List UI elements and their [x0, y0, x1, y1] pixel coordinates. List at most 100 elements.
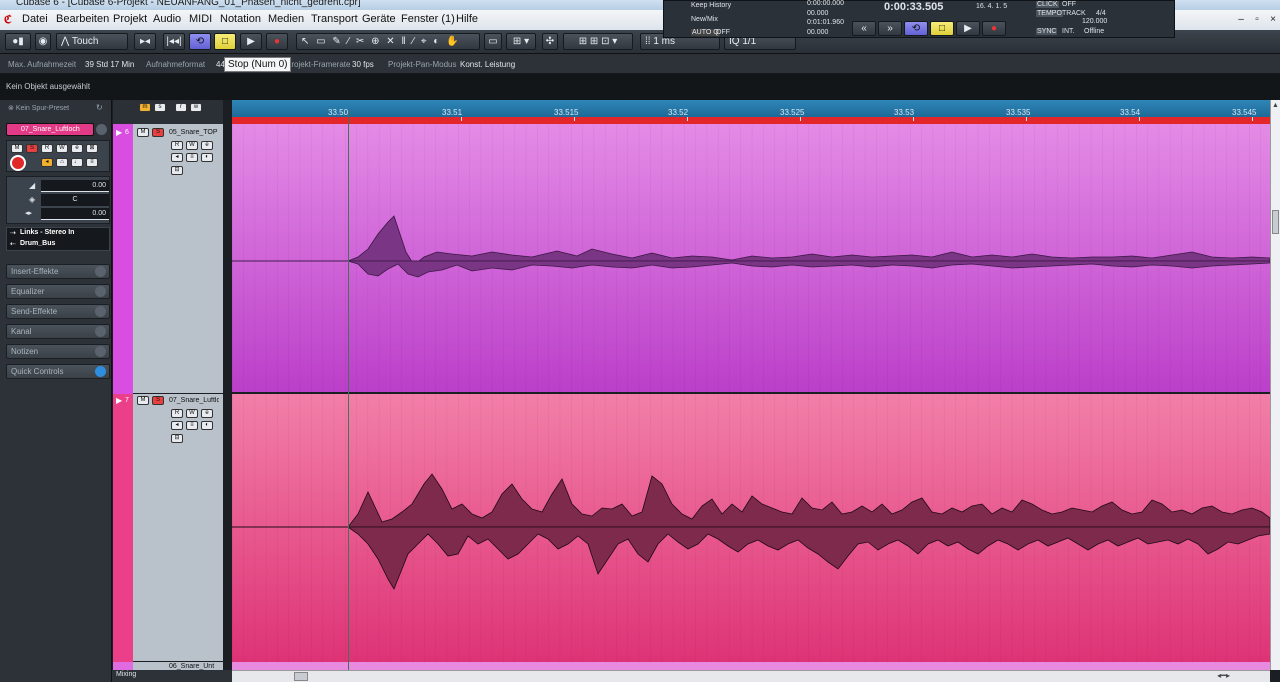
forward-button[interactable]: »: [878, 21, 902, 36]
restore-icon[interactable]: ▫: [1250, 14, 1264, 26]
track-header[interactable]: ▶ 6 M S 05_Snare_TOP R W e ◂ ≡ ◐ ⊟: [113, 124, 223, 394]
lanes-icon[interactable]: ≡: [86, 158, 98, 167]
read-button[interactable]: R: [41, 144, 53, 153]
global-solo-icon[interactable]: s: [154, 103, 166, 112]
record-enable-button[interactable]: [10, 155, 26, 171]
menu-projekt[interactable]: Projekt: [113, 13, 147, 25]
right-locator-time[interactable]: 0:01:01.960: [807, 19, 844, 26]
track-monitor-icon[interactable]: ◐: [201, 421, 213, 430]
menu-datei[interactable]: Datei: [22, 13, 48, 25]
menu-hilfe[interactable]: Hilfe: [456, 13, 478, 25]
edit-channel-icon[interactable]: [96, 124, 107, 135]
audio-event-snare-luftloch[interactable]: [232, 394, 1271, 662]
audio-event-snare-top[interactable]: [232, 124, 1271, 392]
output-routing[interactable]: Drum_Bus: [20, 240, 55, 247]
snap-to-zero-icon[interactable]: ✣: [542, 33, 558, 50]
menu-audio[interactable]: Audio: [153, 13, 181, 25]
menu-medien[interactable]: Medien: [268, 13, 304, 25]
snap-mode-select[interactable]: ⊞ ▾: [506, 33, 536, 50]
max-rec-value[interactable]: 39 Std 17 Min: [85, 60, 134, 69]
color-tool-icon[interactable]: ▭: [484, 33, 502, 50]
timeline-ruler[interactable]: 33.50 33.51 33.515 33.52 33.525 33.53 33…: [232, 100, 1270, 124]
pan-mode-value[interactable]: Konst. Leistung: [460, 60, 515, 69]
mixing-label[interactable]: Mixing: [116, 671, 136, 678]
tempo-label[interactable]: TEMPO: [1036, 10, 1063, 17]
horizontal-scrollbar[interactable]: ◂━▸: [232, 670, 1270, 682]
menu-notation[interactable]: Notation: [220, 13, 261, 25]
menu-fenster[interactable]: Fenster (1): [401, 13, 455, 25]
goto-prev-marker-button[interactable]: |◂◂|: [163, 33, 185, 50]
track-lanes-icon[interactable]: ≡: [186, 421, 198, 430]
automation-mode-select[interactable]: ⋀ Touch: [56, 33, 128, 50]
freeze-icon[interactable]: ⊠: [86, 144, 98, 153]
framerate-value[interactable]: 30 fps: [352, 60, 374, 69]
monitor-button[interactable]: ◂: [41, 158, 53, 167]
transport-record-button[interactable]: ●: [982, 21, 1006, 36]
project-cursor[interactable]: [348, 110, 349, 670]
section-channel[interactable]: Kanal: [6, 324, 110, 339]
track-header[interactable]: ▶ 7 M S 07_Snare_Luftloch R W e ◂ ≡ ◐ ⊟: [113, 394, 223, 662]
refresh-icon[interactable]: ↻: [96, 103, 103, 112]
section-quick-controls[interactable]: Quick Controls: [6, 364, 110, 379]
track-read-button[interactable]: R: [171, 141, 183, 150]
track-name[interactable]: 05_Snare_TOP: [169, 129, 219, 136]
global-mute-icon[interactable]: m: [139, 103, 151, 112]
transport-play-button[interactable]: ▶: [956, 21, 980, 36]
global-write-icon[interactable]: w: [190, 103, 202, 112]
menu-midi[interactable]: MIDI: [189, 13, 212, 25]
track-name[interactable]: 07_Snare_Luftloch: [169, 397, 219, 404]
section-insert-effects[interactable]: Insert-Effekte: [6, 264, 110, 279]
track-lanes-icon[interactable]: ≡: [186, 153, 198, 162]
keep-history-label[interactable]: Keep History: [691, 2, 731, 9]
sync-label[interactable]: SYNC: [1036, 28, 1058, 35]
track-solo-button[interactable]: S: [152, 128, 164, 137]
track-read-button[interactable]: R: [171, 409, 183, 418]
timebase-icon[interactable]: ♩: [71, 158, 83, 167]
active-project-icon[interactable]: ●▮: [5, 33, 31, 50]
track-pan-icon[interactable]: ◂: [171, 421, 183, 430]
close-icon[interactable]: ×: [1266, 14, 1280, 26]
write-button[interactable]: W: [56, 144, 68, 153]
track-edit-icon[interactable]: e: [201, 409, 213, 418]
inspector-track-name[interactable]: 07_Snare_Luftloch: [6, 123, 94, 136]
mute-button[interactable]: M: [11, 144, 23, 153]
delay-field[interactable]: 0.00: [41, 208, 109, 220]
left-locator-time[interactable]: 0:00:00.000: [807, 0, 844, 7]
transport-stop-button[interactable]: □: [930, 21, 954, 36]
click-label[interactable]: CLICK: [1036, 1, 1059, 8]
track-mute-button[interactable]: M: [137, 128, 149, 137]
grid-type-select[interactable]: ⊞ ⊞ ⊡ ▾: [563, 33, 633, 50]
vertical-scrollbar[interactable]: ▲: [1270, 100, 1280, 670]
bars-display[interactable]: 16. 4. 1. 5: [976, 3, 1007, 10]
track-automation-icon[interactable]: ⊟: [171, 434, 183, 443]
vertical-scroll-thumb[interactable]: [1272, 210, 1279, 234]
tool-buttons[interactable]: ↖ ▭ ✎ ⁄ ✂ ⊕ ✕ ‖ ∕ ⌖ ◐ ✋: [296, 33, 480, 50]
autoscroll-icon[interactable]: ▸◂: [134, 33, 156, 50]
track-expand-icon[interactable]: ▶: [116, 396, 122, 405]
track-preset-label[interactable]: ⊗ Kein Spur-Preset: [8, 104, 69, 112]
zoom-slider-icon[interactable]: ◂━▸: [1217, 671, 1230, 680]
cycle-button[interactable]: ⟲: [189, 33, 211, 50]
new-mix-label[interactable]: New/Mix: [691, 16, 718, 23]
volume-field[interactable]: 0.00: [41, 180, 109, 192]
stop-button[interactable]: □: [214, 33, 236, 50]
track-solo-button[interactable]: S: [152, 396, 164, 405]
main-time-display[interactable]: 0:00:33.505: [884, 1, 943, 13]
pan-field[interactable]: C: [41, 194, 109, 206]
record-button[interactable]: ●: [266, 33, 288, 50]
splitter[interactable]: [223, 100, 231, 682]
transport-cycle-button[interactable]: ⟲: [904, 21, 928, 36]
track-edit-icon[interactable]: e: [201, 141, 213, 150]
input-routing[interactable]: Links - Stereo In: [20, 229, 74, 236]
menu-bearbeiten[interactable]: Bearbeiten: [56, 13, 109, 25]
track-pan-icon[interactable]: ◂: [171, 153, 183, 162]
track-mute-button[interactable]: M: [137, 396, 149, 405]
play-button[interactable]: ▶: [240, 33, 262, 50]
section-equalizer[interactable]: Equalizer: [6, 284, 110, 299]
constrain-delay-icon[interactable]: ◉: [35, 33, 51, 50]
track-automation-icon[interactable]: ⊟: [171, 166, 183, 175]
section-send-effects[interactable]: Send-Effekte: [6, 304, 110, 319]
menu-transport[interactable]: Transport: [311, 13, 358, 25]
menu-geraete[interactable]: Geräte: [362, 13, 396, 25]
track-monitor-icon[interactable]: ◐: [201, 153, 213, 162]
